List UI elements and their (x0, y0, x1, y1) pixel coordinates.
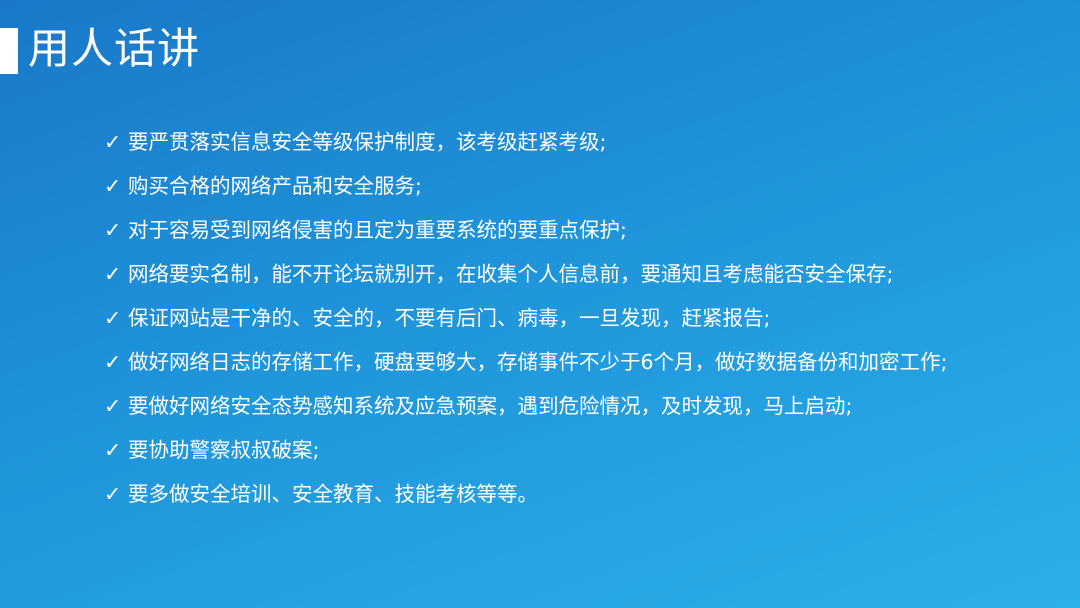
bullet-text: 网络要实名制，能不开论坛就别开，在收集个人信息前，要通知且考虑能否安全保存; (128, 262, 894, 286)
title-accent-bar (0, 28, 18, 74)
check-icon: ✓ (104, 438, 122, 462)
check-icon: ✓ (104, 262, 122, 286)
bullet-item: ✓ 网络要实名制，能不开论坛就别开，在收集个人信息前，要通知且考虑能否安全保存; (104, 258, 984, 291)
bullet-text: 对于容易受到网络侵害的且定为重要系统的要重点保护; (128, 218, 627, 242)
bullet-item: ✓ 购买合格的网络产品和安全服务; (104, 170, 984, 203)
check-icon: ✓ (104, 218, 122, 242)
check-icon: ✓ (104, 130, 122, 154)
bullet-item: ✓ 要协助警察叔叔破案; (104, 434, 984, 467)
bullet-text: 购买合格的网络产品和安全服务; (128, 174, 422, 198)
bullet-item: ✓ 保证网站是干净的、安全的，不要有后门、病毒，一旦发现，赶紧报告; (104, 302, 984, 335)
bullet-item: ✓ 对于容易受到网络侵害的且定为重要系统的要重点保护; (104, 214, 984, 247)
check-icon: ✓ (104, 350, 122, 374)
bullet-text: 做好网络日志的存储工作，硬盘要够大，存储事件不少于6个月，做好数据备份和加密工作… (128, 350, 948, 374)
bullet-text: 要多做安全培训、安全教育、技能考核等等。 (128, 482, 538, 506)
bullet-text: 要做好网络安全态势感知系统及应急预案，遇到危险情况，及时发现，马上启动; (128, 394, 853, 418)
check-icon: ✓ (104, 306, 122, 330)
bullet-item: ✓ 做好网络日志的存储工作，硬盘要够大，存储事件不少于6个月，做好数据备份和加密工… (104, 346, 984, 379)
bullet-item: ✓ 要多做安全培训、安全教育、技能考核等等。 (104, 478, 984, 511)
bullet-text: 要严贯落实信息安全等级保护制度，该考级赶紧考级; (128, 130, 607, 154)
check-icon: ✓ (104, 174, 122, 198)
bullet-list: ✓ 要严贯落实信息安全等级保护制度，该考级赶紧考级; ✓ 购买合格的网络产品和安全服… (104, 126, 984, 522)
slide-title: 用人话讲 (28, 24, 201, 73)
check-icon: ✓ (104, 394, 122, 418)
bullet-item: ✓ 要做好网络安全态势感知系统及应急预案，遇到危险情况，及时发现，马上启动; (104, 390, 984, 423)
bullet-text: 保证网站是干净的、安全的，不要有后门、病毒，一旦发现，赶紧报告; (128, 306, 771, 330)
bullet-text: 要协助警察叔叔破案; (128, 438, 320, 462)
bullet-item: ✓ 要严贯落实信息安全等级保护制度，该考级赶紧考级; (104, 126, 984, 159)
check-icon: ✓ (104, 482, 122, 506)
